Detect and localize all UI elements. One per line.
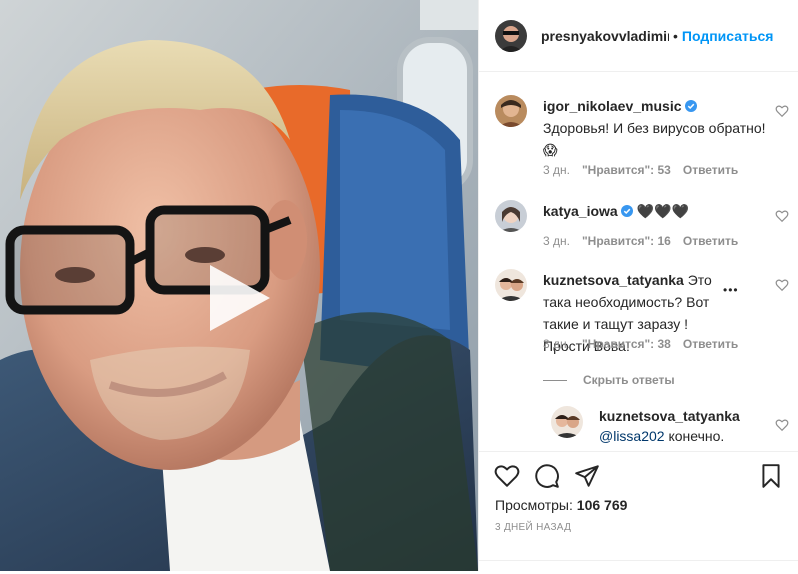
author-avatar[interactable]	[495, 19, 527, 52]
follow-button[interactable]: Подписаться	[682, 28, 774, 44]
hide-replies-label: Скрыть ответы	[583, 373, 675, 387]
replies-divider-line	[543, 379, 567, 381]
views-count[interactable]: Просмотры: 106 769	[495, 497, 627, 513]
comment-time[interactable]: 3 дн.	[543, 234, 570, 248]
reply-button[interactable]: Ответить	[683, 163, 738, 177]
share-paper-plane-icon[interactable]	[574, 463, 600, 489]
header-separator: •	[673, 27, 678, 44]
comment-likes[interactable]: "Нравится": 53	[582, 163, 671, 177]
instagram-post-modal: presnyakovvladimir • Подписаться igor_ni…	[0, 0, 798, 571]
post-side-panel: presnyakovvladimir • Подписаться igor_ni…	[478, 0, 798, 571]
reply-text: конечно.	[668, 428, 725, 444]
reply-button[interactable]: Ответить	[683, 234, 738, 248]
play-icon[interactable]	[204, 263, 274, 333]
hide-replies-button[interactable]: Скрыть ответы	[543, 373, 675, 387]
like-comment-heart-icon[interactable]	[775, 418, 789, 432]
commenter-avatar[interactable]	[495, 269, 527, 301]
author-username[interactable]: presnyakovvladimir	[541, 28, 669, 44]
post-header: presnyakovvladimir • Подписаться	[479, 0, 798, 72]
verified-badge-icon	[684, 100, 697, 112]
comment-username[interactable]: katya_iowa	[543, 203, 618, 219]
like-heart-icon[interactable]	[494, 463, 520, 489]
comment-likes[interactable]: "Нравится": 16	[582, 234, 671, 248]
reply-button[interactable]: Ответить	[683, 337, 738, 351]
views-label: Просмотры:	[495, 497, 573, 513]
comment-meta: 3 дн. "Нравится": 38 Ответить	[543, 337, 738, 351]
commenter-avatar[interactable]	[495, 95, 527, 127]
like-comment-heart-icon[interactable]	[775, 209, 789, 223]
comment-time[interactable]: 3 дн.	[543, 337, 570, 351]
post-date[interactable]: 3 ДНЕЙ НАЗАД	[495, 522, 571, 533]
comment-time[interactable]: 3 дн.	[543, 163, 570, 177]
more-options-button[interactable]: •••	[723, 283, 739, 297]
like-comment-heart-icon[interactable]	[775, 278, 789, 292]
comment-bubble-icon[interactable]	[534, 463, 560, 489]
views-number: 106 769	[576, 497, 628, 513]
comment-meta: 3 дн. "Нравится": 16 Ответить	[543, 234, 738, 248]
reply-username[interactable]: kuznetsova_tatyanka	[599, 408, 740, 424]
comment-text: Здоровья! И без вирусов обратно!😱	[543, 120, 766, 158]
save-bookmark-icon[interactable]	[758, 463, 784, 489]
post-video[interactable]	[0, 0, 478, 571]
like-comment-heart-icon[interactable]	[775, 104, 789, 118]
post-actions-bar: Просмотры: 106 769 3 ДНЕЙ НАЗАД	[479, 451, 798, 571]
comment-username[interactable]: igor_nikolaev_music	[543, 98, 682, 114]
comment-username[interactable]: kuznetsova_tatyanka	[543, 272, 684, 288]
comment-text: 🖤🖤🖤	[636, 203, 689, 219]
comment-composer-edge	[479, 560, 798, 574]
comment-likes[interactable]: "Нравится": 38	[582, 337, 671, 351]
comments-list[interactable]: igor_nikolaev_music Здоровья! И без виру…	[479, 73, 798, 451]
comment-meta: 3 дн. "Нравится": 53 Ответить	[543, 163, 738, 177]
reply-mention[interactable]: @lissa202	[599, 428, 665, 444]
commenter-avatar[interactable]	[551, 406, 583, 438]
verified-badge-icon	[620, 205, 633, 217]
commenter-avatar[interactable]	[495, 200, 527, 232]
